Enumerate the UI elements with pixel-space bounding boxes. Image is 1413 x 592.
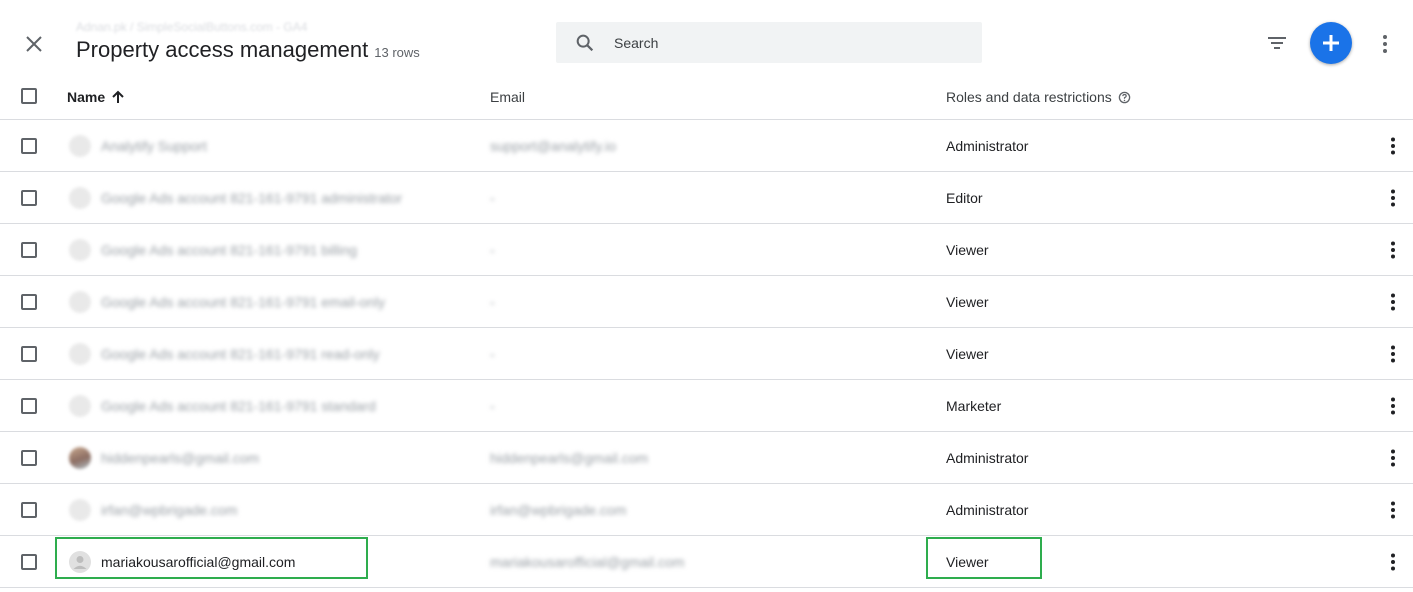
user-role: Editor bbox=[946, 189, 983, 206]
table-row[interactable]: hiddenpearls@gmail.com hiddenpearls@gmai… bbox=[0, 432, 1413, 484]
avatar bbox=[69, 394, 91, 417]
row-checkbox[interactable] bbox=[21, 293, 37, 310]
user-name: Google Ads account 821-161-9791 read-onl… bbox=[101, 345, 380, 362]
plus-icon bbox=[1323, 35, 1339, 51]
more-vert-icon[interactable] bbox=[1383, 344, 1403, 364]
user-email: - bbox=[490, 397, 495, 414]
avatar bbox=[69, 186, 91, 209]
table-row[interactable]: Analytify Support support@analytify.io A… bbox=[0, 120, 1413, 172]
user-name: Google Ads account 821-161-9791 administ… bbox=[101, 189, 403, 206]
user-email: irfan@wpbrigade.com bbox=[490, 501, 627, 518]
user-email: - bbox=[490, 293, 495, 310]
page-title: Property access management 13 rows bbox=[76, 37, 420, 63]
avatar bbox=[69, 290, 91, 313]
row-checkbox[interactable] bbox=[21, 553, 37, 570]
avatar bbox=[69, 550, 91, 573]
access-table: Name Email Roles and data restrictions A… bbox=[0, 73, 1413, 588]
column-header-name-label: Name bbox=[67, 89, 106, 105]
more-vert-icon[interactable] bbox=[1383, 188, 1403, 208]
table-row[interactable]: Google Ads account 821-161-9791 billing … bbox=[0, 224, 1413, 276]
more-vert-icon[interactable] bbox=[1383, 500, 1403, 520]
user-name: Analytify Support bbox=[101, 137, 207, 154]
table-header: Name Email Roles and data restrictions bbox=[0, 73, 1413, 120]
table-row[interactable]: irfan@wpbrigade.com irfan@wpbrigade.com … bbox=[0, 484, 1413, 536]
arrow-up-icon bbox=[112, 90, 124, 103]
user-role: Viewer bbox=[946, 293, 989, 310]
user-name: hiddenpearls@gmail.com bbox=[101, 449, 260, 466]
column-header-email[interactable]: Email bbox=[490, 89, 525, 105]
table-row[interactable]: Google Ads account 821-161-9791 standard… bbox=[0, 380, 1413, 432]
table-row[interactable]: Google Ads account 821-161-9791 read-onl… bbox=[0, 328, 1413, 380]
help-icon[interactable] bbox=[1118, 91, 1131, 104]
avatar bbox=[69, 238, 91, 261]
filter-icon[interactable] bbox=[1264, 30, 1290, 56]
user-role: Administrator bbox=[946, 137, 1029, 154]
column-header-roles[interactable]: Roles and data restrictions bbox=[946, 89, 1131, 105]
column-header-roles-label: Roles and data restrictions bbox=[946, 89, 1112, 105]
user-email: - bbox=[490, 345, 495, 362]
more-vert-icon[interactable] bbox=[1383, 292, 1403, 312]
user-role: Administrator bbox=[946, 501, 1029, 518]
rows-count: 13 rows bbox=[374, 45, 420, 60]
row-checkbox[interactable] bbox=[21, 137, 37, 154]
user-role: Administrator bbox=[946, 449, 1029, 466]
add-user-button[interactable] bbox=[1310, 22, 1352, 64]
row-checkbox[interactable] bbox=[21, 345, 37, 362]
more-vert-icon[interactable] bbox=[1383, 448, 1403, 468]
user-role: Viewer bbox=[946, 553, 989, 570]
person-icon bbox=[73, 555, 87, 569]
table-row[interactable]: Google Ads account 821-161-9791 email-on… bbox=[0, 276, 1413, 328]
user-role: Marketer bbox=[946, 397, 1002, 414]
table-row[interactable]: mariakousarofficial@gmail.com mariakousa… bbox=[0, 536, 1413, 588]
more-vert-icon[interactable] bbox=[1374, 33, 1396, 55]
row-checkbox[interactable] bbox=[21, 189, 37, 206]
more-vert-icon[interactable] bbox=[1383, 552, 1403, 572]
user-name: Google Ads account 821-161-9791 email-on… bbox=[101, 293, 386, 310]
user-name: mariakousarofficial@gmail.com bbox=[101, 553, 296, 570]
avatar bbox=[69, 498, 91, 521]
user-role: Viewer bbox=[946, 241, 989, 258]
table-row[interactable]: Google Ads account 821-161-9791 administ… bbox=[0, 172, 1413, 224]
user-email: - bbox=[490, 189, 495, 206]
more-vert-icon[interactable] bbox=[1383, 240, 1403, 260]
page-title-text: Property access management bbox=[76, 37, 369, 62]
row-checkbox[interactable] bbox=[21, 397, 37, 414]
avatar bbox=[69, 134, 91, 157]
search-input[interactable] bbox=[612, 33, 946, 52]
column-header-name[interactable]: Name bbox=[67, 89, 125, 105]
row-checkbox[interactable] bbox=[21, 449, 37, 466]
search-bar[interactable] bbox=[556, 22, 982, 63]
user-role: Viewer bbox=[946, 345, 989, 362]
row-checkbox[interactable] bbox=[21, 501, 37, 518]
breadcrumb: Adnan.pk / SimpleSocialButtons.com - GA4 bbox=[76, 20, 308, 34]
user-email: hiddenpearls@gmail.com bbox=[490, 449, 649, 466]
more-vert-icon[interactable] bbox=[1383, 396, 1403, 416]
user-email: mariakousarofficial@gmail.com bbox=[490, 553, 685, 570]
more-vert-icon[interactable] bbox=[1383, 136, 1403, 156]
search-icon bbox=[576, 34, 594, 51]
user-name: irfan@wpbrigade.com bbox=[101, 501, 238, 518]
user-name: Google Ads account 821-161-9791 billing bbox=[101, 241, 358, 258]
user-email: support@analytify.io bbox=[490, 137, 617, 154]
close-icon[interactable] bbox=[22, 32, 46, 56]
select-all-checkbox[interactable] bbox=[21, 88, 37, 104]
row-checkbox[interactable] bbox=[21, 241, 37, 258]
user-name: Google Ads account 821-161-9791 standard bbox=[101, 397, 376, 414]
avatar bbox=[69, 342, 91, 365]
avatar bbox=[69, 446, 91, 469]
user-email: - bbox=[490, 241, 495, 258]
